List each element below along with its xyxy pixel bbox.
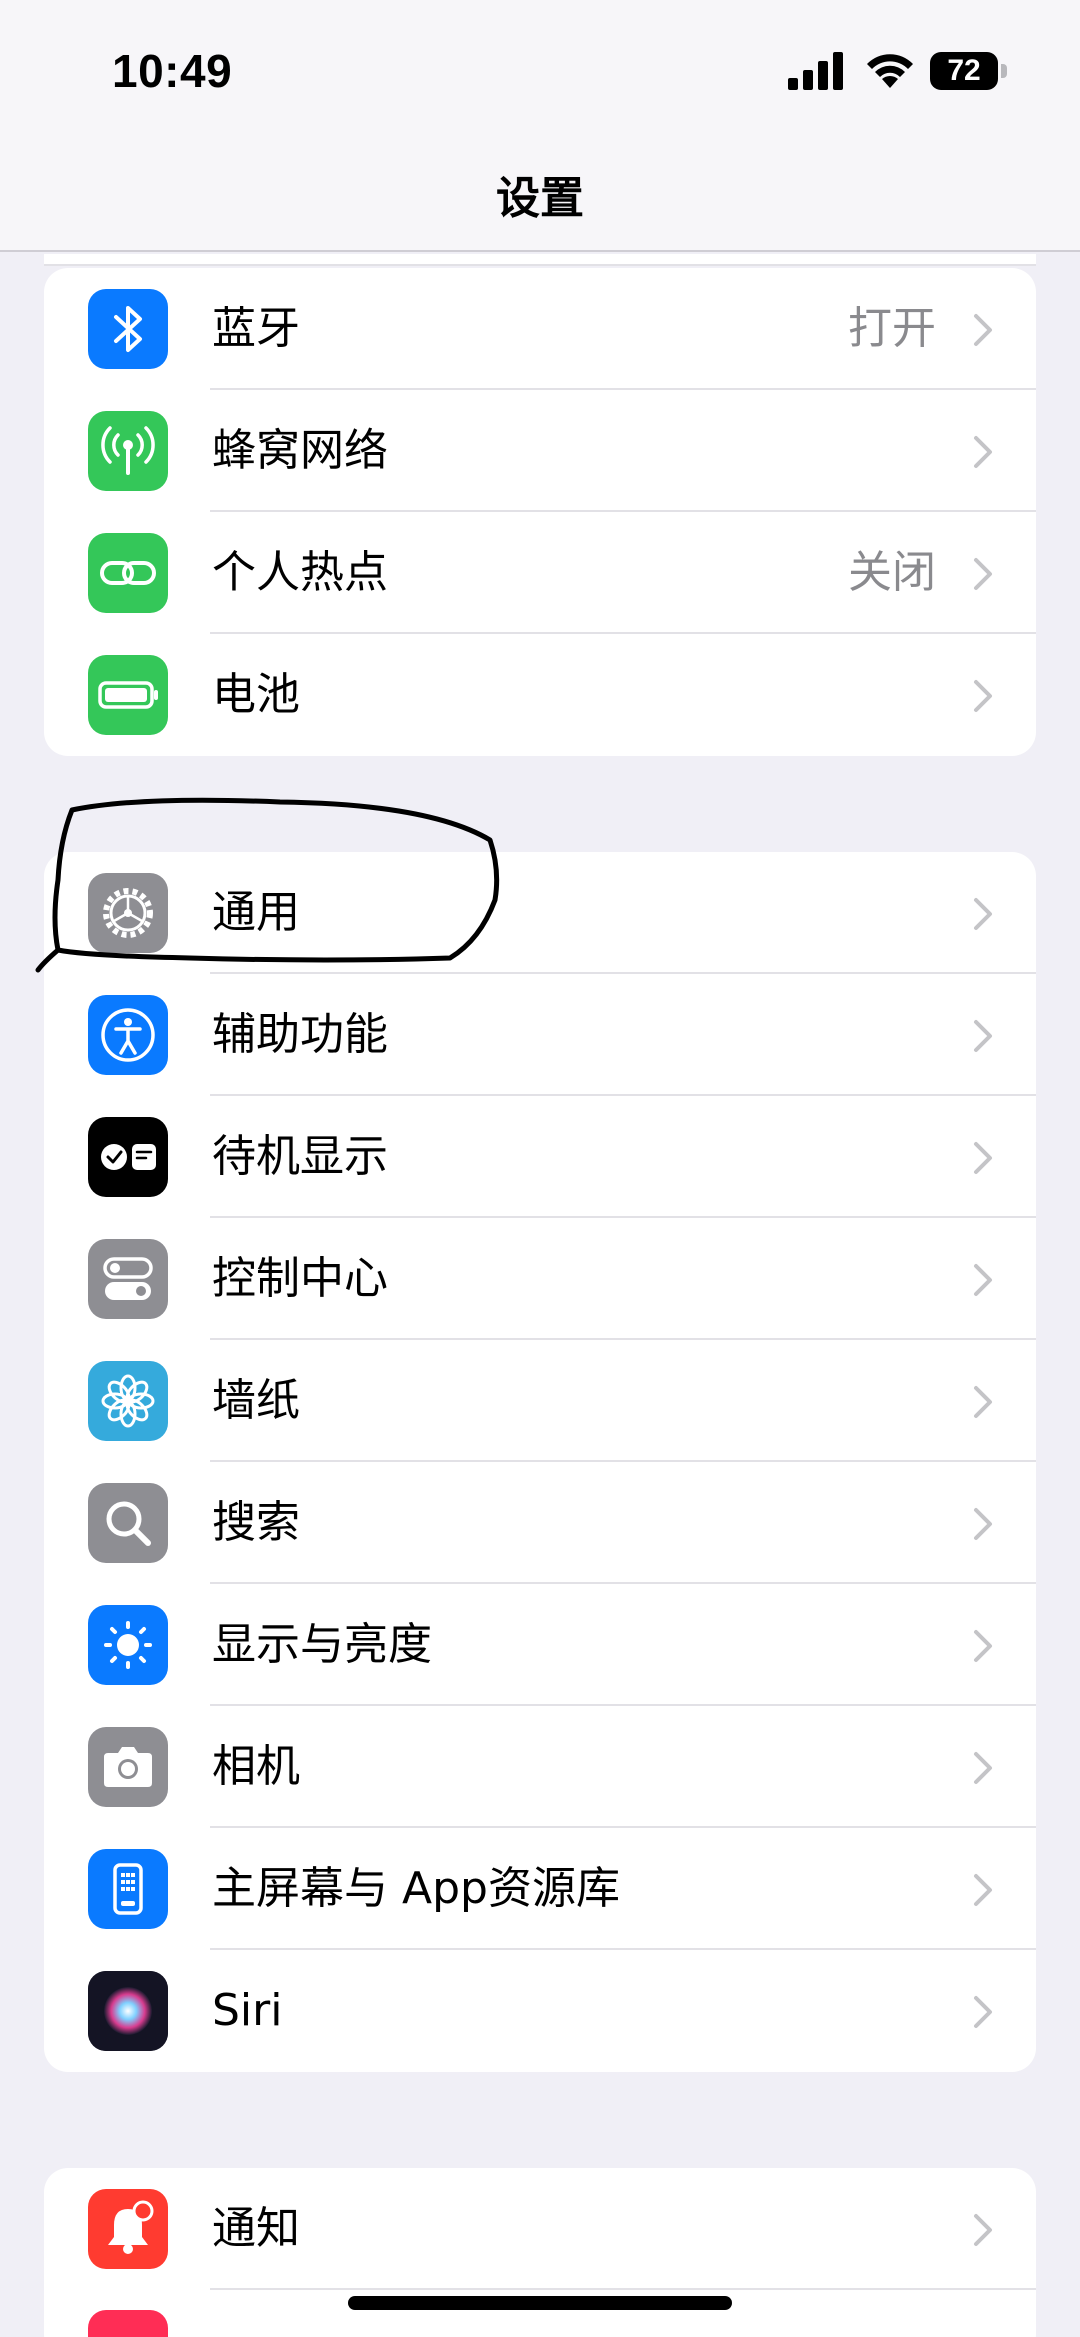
settings-row-label: 通用: [212, 887, 300, 938]
settings-row-control-center[interactable]: 控制中心: [44, 1218, 1036, 1340]
connectivity-group: 蓝牙 打开 蜂窝网络 个人热点 关闭 电池: [44, 268, 1036, 756]
chevron-right-icon: [974, 1508, 992, 1540]
siri-icon: [88, 1971, 168, 2051]
settings-row-label: 搜索: [212, 1497, 300, 1548]
settings-row-label: 电池: [212, 669, 300, 720]
chevron-right-icon: [974, 1874, 992, 1906]
settings-row-label: 主屏幕与 App资源库: [212, 1863, 620, 1914]
chevron-right-icon: [974, 558, 992, 590]
brightness-icon: [88, 1605, 168, 1685]
home-screen-icon: [88, 1849, 168, 1929]
standby-icon: [88, 1117, 168, 1197]
chevron-right-icon: [974, 1752, 992, 1784]
settings-row-label: 辅助功能: [212, 1009, 388, 1060]
chevron-right-icon: [974, 680, 992, 712]
settings-row-label: 蓝牙: [212, 303, 300, 354]
chevron-right-icon: [974, 1264, 992, 1296]
settings-row-label: 墙纸: [212, 1375, 300, 1426]
settings-row-label: 待机显示: [212, 1131, 388, 1182]
settings-row-label: 相机: [212, 1741, 300, 1792]
settings-row-label: 显示与亮度: [212, 1619, 432, 1670]
partial-row-icon: [88, 2310, 168, 2337]
bluetooth-icon: [88, 289, 168, 369]
general-group: 通用 辅助功能 待机显示 控制中心 墙纸 搜索 显示与亮度 相机 主屏幕与 Ap…: [44, 852, 1036, 2072]
chevron-right-icon: [974, 1630, 992, 1662]
battery-tip: [1001, 64, 1007, 78]
settings-row-value: 关闭: [848, 547, 936, 598]
wifi-icon: [867, 54, 913, 88]
chevron-right-icon: [974, 314, 992, 346]
accessibility-icon: [88, 995, 168, 1075]
settings-row-bluetooth[interactable]: 蓝牙 打开: [44, 268, 1036, 390]
settings-row-wallpaper[interactable]: 墙纸: [44, 1340, 1036, 1462]
settings-row-label: 蜂窝网络: [212, 425, 388, 476]
settings-row-notifications[interactable]: 通知: [44, 2168, 1036, 2290]
cellular-icon: [88, 411, 168, 491]
settings-row-battery[interactable]: 电池: [44, 634, 1036, 756]
battery-indicator: 72: [930, 52, 998, 90]
settings-row-accessibility[interactable]: 辅助功能: [44, 974, 1036, 1096]
settings-row-label: Siri: [212, 1985, 283, 2036]
wallpaper-icon: [88, 1361, 168, 1441]
page-title: 设置: [496, 173, 584, 224]
previous-row-edge: [44, 254, 1036, 266]
settings-row-general[interactable]: 通用: [44, 852, 1036, 974]
chevron-right-icon: [974, 1996, 992, 2028]
settings-row-value: 打开: [848, 303, 936, 354]
settings-row-search[interactable]: 搜索: [44, 1462, 1036, 1584]
cellular-signal-icon: [788, 52, 843, 90]
settings-row-cellular[interactable]: 蜂窝网络: [44, 390, 1036, 512]
status-bar: 10:49 72: [0, 0, 1080, 140]
settings-row-camera[interactable]: 相机: [44, 1706, 1036, 1828]
chevron-right-icon: [974, 436, 992, 468]
chevron-right-icon: [974, 1020, 992, 1052]
notifications-group: 通知: [44, 2168, 1036, 2337]
settings-row-label: 个人热点: [212, 547, 388, 598]
battery-icon: [88, 655, 168, 735]
settings-row-label: 控制中心: [212, 1253, 388, 1304]
chevron-right-icon: [974, 1142, 992, 1174]
settings-row-display-brightness[interactable]: 显示与亮度: [44, 1584, 1036, 1706]
hotspot-icon: [88, 533, 168, 613]
settings-row-home-screen[interactable]: 主屏幕与 App资源库: [44, 1828, 1036, 1950]
settings-row-hotspot[interactable]: 个人热点 关闭: [44, 512, 1036, 634]
chevron-right-icon: [974, 2214, 992, 2246]
home-indicator[interactable]: [348, 2296, 732, 2310]
settings-row-siri[interactable]: Siri: [44, 1950, 1036, 2072]
control-center-icon: [88, 1239, 168, 1319]
status-time: 10:49: [112, 45, 233, 97]
settings-row-label: 通知: [212, 2203, 300, 2254]
notification-bell-icon: [88, 2189, 168, 2269]
settings-row-standby[interactable]: 待机显示: [44, 1096, 1036, 1218]
navigation-bar: 设置: [0, 140, 1080, 252]
search-icon: [88, 1483, 168, 1563]
camera-icon: [88, 1727, 168, 1807]
chevron-right-icon: [974, 898, 992, 930]
chevron-right-icon: [974, 1386, 992, 1418]
gear-icon: [88, 873, 168, 953]
